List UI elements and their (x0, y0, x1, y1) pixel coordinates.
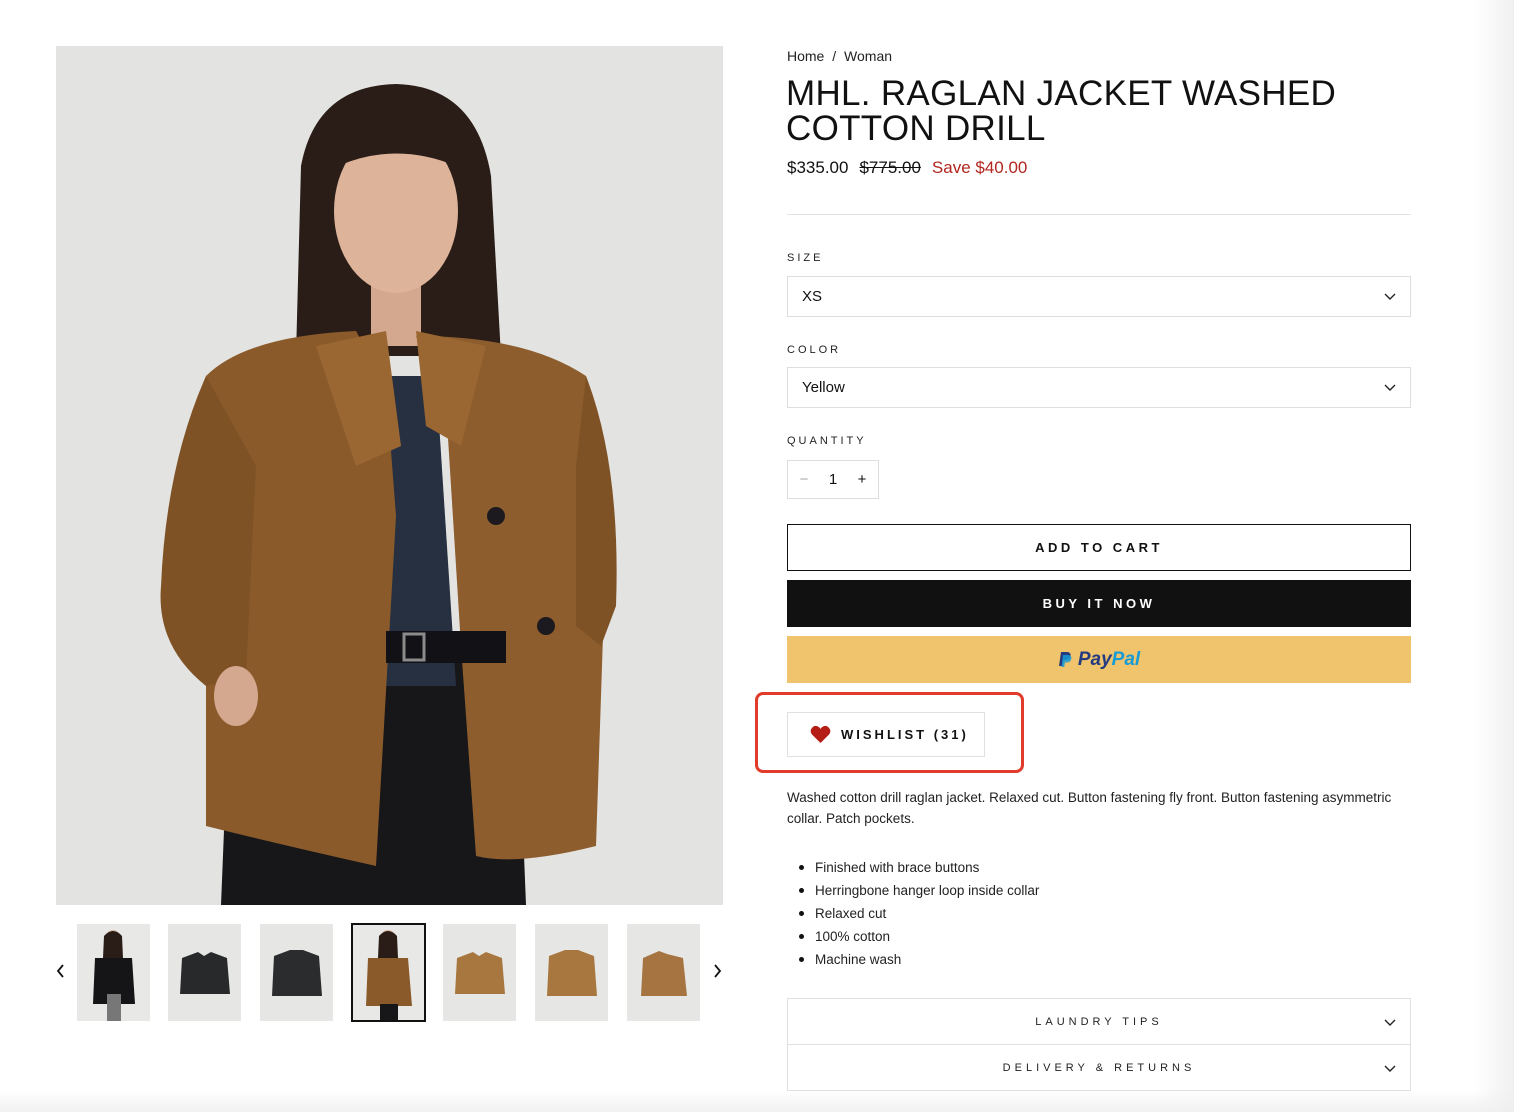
model-black-jacket-thumbnail (77, 924, 150, 1021)
thumbnail-1[interactable] (77, 924, 150, 1021)
delivery-returns-label: DELIVERY & RETURNS (1002, 1061, 1196, 1074)
chevron-down-icon (1384, 293, 1396, 300)
thumbnail-prev-button[interactable] (50, 960, 72, 982)
breadcrumb: Home / Woman (787, 48, 896, 64)
paypal-button[interactable]: PayPal (787, 636, 1411, 683)
original-price: $775.00 (859, 158, 921, 177)
color-select-value: Yellow (802, 379, 845, 396)
delivery-returns-accordion[interactable]: DELIVERY & RETURNS (787, 1044, 1411, 1091)
quantity-label: QUANTITY (787, 435, 867, 447)
product-description: Washed cotton drill raglan jacket. Relax… (787, 790, 1392, 826)
breadcrumb-current-link[interactable]: Woman (844, 48, 892, 64)
chevron-down-icon (1384, 1065, 1396, 1072)
page-edge-shade (1474, 0, 1514, 1112)
current-price: $335.00 (787, 158, 849, 177)
size-select-value: XS (802, 288, 823, 305)
quantity-value[interactable]: 1 (829, 471, 837, 488)
buy-it-now-button[interactable]: BUY IT NOW (787, 580, 1411, 627)
thumbnail-6[interactable] (535, 924, 608, 1021)
laundry-tips-label: LAUNDRY TIPS (1035, 1015, 1163, 1028)
thumbnail-2[interactable] (168, 924, 241, 1021)
paypal-wordmark-pal: Pal (1111, 648, 1141, 670)
wishlist-label: WISHLIST (31) (841, 727, 969, 742)
black-jacket-back-thumbnail (260, 924, 333, 1021)
brown-jacket-back-thumbnail (535, 924, 608, 1021)
color-label: COLOR (787, 344, 842, 356)
page-bottom-shade (0, 1090, 1514, 1112)
size-select[interactable]: XS (787, 276, 1411, 317)
thumbnail-strip (50, 923, 730, 1022)
model-brown-jacket-image (56, 46, 723, 905)
list-item: Finished with brace buttons (798, 857, 1039, 880)
quantity-decrease-button[interactable]: − (796, 471, 812, 488)
chevron-right-icon (714, 964, 722, 978)
thumbnail-7[interactable] (627, 924, 700, 1021)
add-to-cart-button[interactable]: ADD TO CART (787, 524, 1411, 571)
quantity-stepper: − 1 + (787, 460, 879, 499)
paypal-logo-icon (1058, 652, 1072, 667)
minus-icon: − (799, 471, 809, 488)
plus-icon: + (857, 471, 867, 488)
paypal-wordmark-pay: Pay (1077, 648, 1112, 670)
size-label: SIZE (787, 252, 824, 264)
chevron-down-icon (1384, 384, 1396, 391)
price-row: $335.00 $775.00 Save $40.00 (787, 158, 1027, 178)
thumbnail-3[interactable] (260, 924, 333, 1021)
thumbnail-4[interactable] (351, 923, 426, 1022)
breadcrumb-separator: / (832, 48, 837, 64)
product-main-image[interactable] (56, 46, 723, 905)
chevron-down-icon (1384, 1019, 1396, 1026)
list-item: Relaxed cut (798, 903, 1039, 926)
heart-icon (810, 725, 831, 743)
list-item: Machine wash (798, 949, 1039, 972)
thumbnail-next-button[interactable] (706, 960, 728, 982)
thumbnail-5[interactable] (443, 924, 516, 1021)
feature-list: Finished with brace buttons Herringbone … (798, 857, 1039, 972)
list-item: Herringbone hanger loop inside collar (798, 880, 1039, 903)
product-title: MHL. RAGLAN JACKET WASHED COTTON DRILL (786, 74, 1337, 148)
paypal-wordmark: PayPal (1078, 649, 1140, 671)
quantity-increase-button[interactable]: + (854, 471, 870, 488)
breadcrumb-home-link[interactable]: Home (787, 48, 824, 64)
wishlist-button[interactable]: WISHLIST (31) (787, 712, 985, 757)
laundry-tips-accordion[interactable]: LAUNDRY TIPS (787, 998, 1411, 1045)
black-jacket-front-thumbnail (168, 924, 241, 1021)
list-item: 100% cotton (798, 926, 1039, 949)
brown-jacket-side-thumbnail (627, 924, 700, 1021)
divider (787, 214, 1411, 215)
color-select[interactable]: Yellow (787, 367, 1411, 408)
brown-jacket-front-thumbnail (443, 924, 516, 1021)
savings-label: Save $40.00 (931, 158, 1028, 177)
model-brown-jacket-thumbnail (352, 924, 425, 1021)
chevron-left-icon (56, 964, 64, 978)
